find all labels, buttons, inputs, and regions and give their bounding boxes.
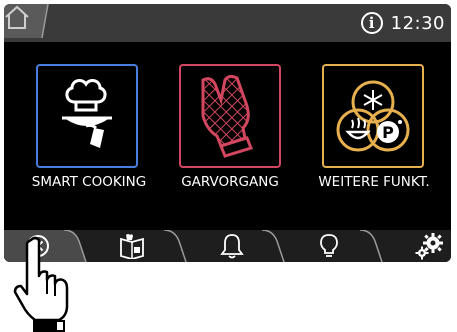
home-tab[interactable] [4, 4, 58, 42]
svg-text:P: P [382, 123, 394, 142]
main-menu: SMART COOKING GARVORGANG P WEITERE FUNKT… [4, 42, 451, 230]
status-area: i 12:30 [360, 4, 445, 42]
oven-display: i 12:30 SMART COOKING GARVORGANG P WEITE… [4, 4, 451, 262]
top-status-bar: i 12:30 [4, 4, 451, 42]
chef-hat-cloche-icon [62, 79, 112, 148]
lightbulb-icon [320, 234, 338, 257]
oven-mitt-icon [201, 74, 253, 158]
hand-pointer-icon [13, 236, 69, 332]
weitere-funktionen-tile[interactable]: P [322, 64, 424, 168]
timer-bell-button[interactable] [212, 232, 252, 260]
settings-gears-icon [415, 233, 443, 260]
smart-cooking-tile[interactable] [36, 64, 138, 168]
info-symbol: i [368, 13, 375, 32]
bell-icon [220, 234, 244, 259]
garvorgang-label: GARVORGANG [181, 174, 279, 190]
settings-button[interactable] [409, 232, 449, 260]
info-icon[interactable]: i [360, 12, 383, 34]
more-functions-icon: P [336, 80, 410, 152]
weitere-funktionen-label: WEITERE FUNKT. [318, 174, 430, 190]
garvorgang-tile[interactable] [179, 64, 281, 168]
recipe-book-button[interactable] [112, 232, 152, 260]
recipe-book-icon [120, 234, 144, 259]
clock: 12:30 [390, 12, 445, 34]
home-icon [5, 5, 29, 29]
light-button[interactable] [309, 232, 349, 260]
